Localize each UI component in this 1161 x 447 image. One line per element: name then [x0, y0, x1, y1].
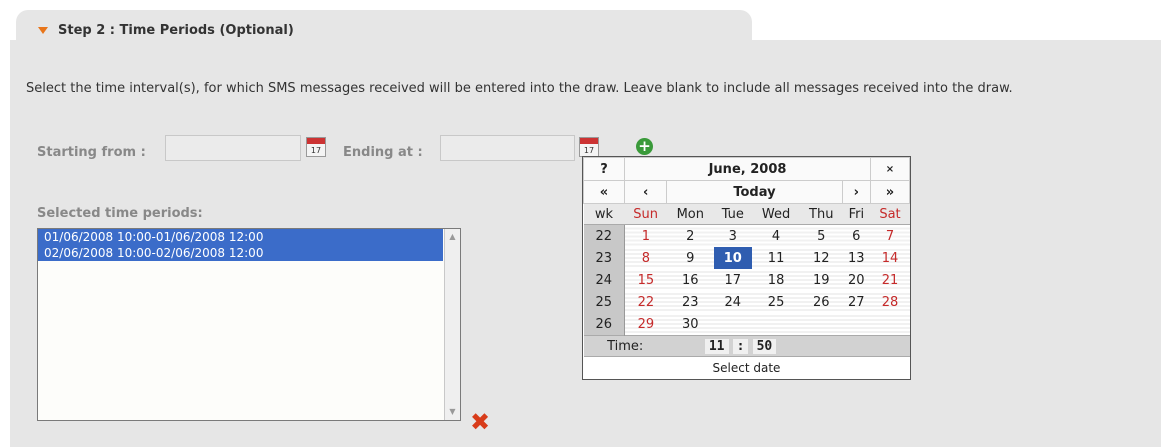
day-cell[interactable]: 19 [800, 269, 843, 291]
week-number: 26 [583, 313, 625, 336]
day-cell[interactable]: 6 [842, 224, 871, 247]
scroll-up-icon[interactable]: ▲ [445, 229, 460, 245]
description-text: Select the time interval(s), for which S… [26, 81, 1013, 96]
day-header: Wed [751, 203, 801, 225]
day-cell[interactable]: 15 [624, 269, 667, 291]
day-cell[interactable]: 17 [713, 269, 752, 291]
week-number: 23 [583, 247, 625, 269]
week-column-header: wk [583, 203, 625, 225]
day-cell[interactable]: 24 [713, 291, 752, 313]
day-cell[interactable]: 22 [624, 291, 667, 313]
time-label: Time: [583, 335, 667, 357]
day-cell[interactable]: 11 [751, 247, 801, 269]
day-cell[interactable]: 21 [870, 269, 910, 291]
day-cell-selected[interactable]: 10 [713, 247, 752, 269]
day-cell[interactable]: 27 [842, 291, 871, 313]
day-header: Thu [800, 203, 843, 225]
day-cell[interactable]: 4 [751, 224, 801, 247]
day-header: Tue [713, 203, 752, 225]
selected-periods-list[interactable]: 01/06/2008 10:00-01/06/2008 12:00 02/06/… [37, 228, 461, 421]
day-cell[interactable]: 5 [800, 224, 843, 247]
day-header: Sun [624, 203, 667, 225]
day-cell-empty [713, 313, 752, 336]
calendar-status: Select date [583, 356, 910, 379]
calendar-close-button[interactable]: × [870, 157, 910, 181]
scroll-down-icon[interactable]: ▼ [445, 404, 460, 420]
day-cell[interactable]: 18 [751, 269, 801, 291]
end-calendar-icon[interactable]: 17 [579, 137, 599, 157]
delete-period-icon[interactable]: ✖ [470, 410, 490, 434]
day-cell-empty [870, 313, 910, 336]
collapse-arrow-icon[interactable] [38, 27, 48, 34]
day-cell[interactable]: 28 [870, 291, 910, 313]
day-cell[interactable]: 2 [666, 224, 714, 247]
selected-periods-label: Selected time periods: [37, 206, 203, 221]
calendar-help-button[interactable]: ? [583, 157, 625, 181]
hour-field[interactable]: 11 [704, 338, 729, 354]
today-button[interactable]: Today [666, 180, 843, 204]
week-number: 24 [583, 269, 625, 291]
list-scrollbar[interactable]: ▲ ▼ [444, 229, 460, 420]
list-item[interactable]: 02/06/2008 10:00-02/06/2008 12:00 [38, 245, 443, 261]
calendar-title: June, 2008 [624, 157, 871, 181]
day-cell[interactable]: 14 [870, 247, 910, 269]
minute-field[interactable]: 50 [752, 338, 777, 354]
start-date-input[interactable] [165, 135, 301, 161]
time-controls: 11 : 50 [666, 335, 910, 357]
day-cell-empty [751, 313, 801, 336]
prev-year-button[interactable]: « [583, 180, 625, 204]
next-year-button[interactable]: » [870, 180, 910, 204]
calendar-popup: ? June, 2008 × « ‹ Today › » wk Sun Mon … [582, 156, 911, 380]
list-item[interactable]: 01/06/2008 10:00-01/06/2008 12:00 [38, 229, 443, 245]
day-cell[interactable]: 1 [624, 224, 667, 247]
day-cell[interactable]: 29 [624, 313, 667, 336]
day-cell-empty [842, 313, 871, 336]
day-cell[interactable]: 3 [713, 224, 752, 247]
next-month-button[interactable]: › [841, 180, 872, 204]
day-header: Mon [666, 203, 714, 225]
end-date-input[interactable] [440, 135, 575, 161]
day-header: Sat [870, 203, 910, 225]
week-number: 25 [583, 291, 625, 313]
day-header: Fri [842, 203, 871, 225]
week-number: 22 [583, 224, 625, 247]
day-cell[interactable]: 23 [666, 291, 714, 313]
start-calendar-icon[interactable]: 17 [306, 137, 326, 157]
day-cell[interactable]: 13 [842, 247, 871, 269]
day-cell[interactable]: 7 [870, 224, 910, 247]
day-cell[interactable]: 25 [751, 291, 801, 313]
day-cell[interactable]: 8 [624, 247, 667, 269]
day-cell[interactable]: 20 [842, 269, 871, 291]
prev-month-button[interactable]: ‹ [623, 180, 668, 204]
end-label: Ending at : [343, 145, 423, 160]
day-cell[interactable]: 30 [666, 313, 714, 336]
day-cell[interactable]: 9 [666, 247, 714, 269]
day-cell[interactable]: 26 [800, 291, 843, 313]
add-period-icon[interactable]: + [636, 138, 653, 155]
day-cell[interactable]: 12 [800, 247, 843, 269]
step-title[interactable]: Step 2 : Time Periods (Optional) [38, 23, 294, 38]
day-cell[interactable]: 16 [666, 269, 714, 291]
day-cell-empty [800, 313, 843, 336]
time-colon: : [732, 338, 749, 354]
start-label: Starting from : [37, 145, 146, 160]
